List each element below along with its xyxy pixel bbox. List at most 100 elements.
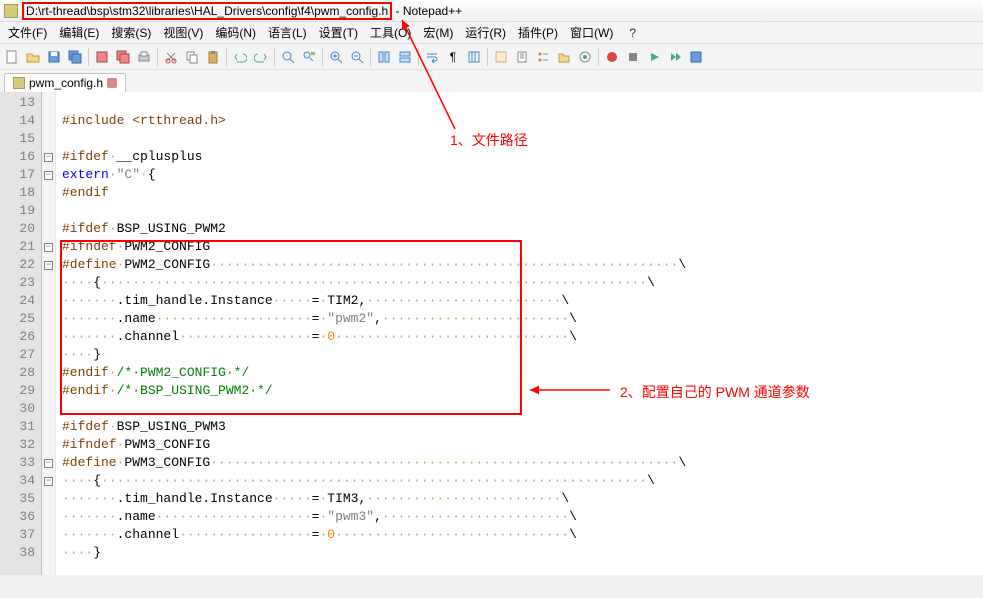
code-line[interactable]: #define·PWM3_CONFIG·····················…	[62, 454, 983, 472]
separator	[226, 48, 227, 66]
replace-icon[interactable]	[299, 47, 319, 67]
code-line[interactable]: ····}	[62, 346, 983, 364]
app-name: Notepad++	[403, 4, 462, 18]
code-line[interactable]: #ifdef·BSP_USING_PWM2	[62, 220, 983, 238]
doc-map-icon[interactable]	[512, 47, 532, 67]
code-line[interactable]	[62, 94, 983, 112]
code-line[interactable]	[62, 202, 983, 220]
fold-toggle-icon[interactable]: −	[44, 153, 53, 162]
save-all-icon[interactable]	[65, 47, 85, 67]
fold-toggle-icon[interactable]: −	[44, 261, 53, 270]
code-line[interactable]: #include <rtthread.h>	[62, 112, 983, 130]
code-line[interactable]: #define·PWM2_CONFIG·····················…	[62, 256, 983, 274]
line-number: 30	[0, 400, 35, 418]
code-line[interactable]: ·······.tim_handle.Instance·····=·TIM3,·…	[62, 490, 983, 508]
undo-icon[interactable]	[230, 47, 250, 67]
menu-run[interactable]: 运行(R)	[459, 22, 512, 43]
code-area[interactable]: #include <rtthread.h> #ifdef·__cplusplus…	[56, 92, 983, 575]
menu-plugins[interactable]: 插件(P)	[512, 22, 564, 43]
zoom-in-icon[interactable]	[326, 47, 346, 67]
fold-toggle-icon[interactable]: −	[44, 243, 53, 252]
code-line[interactable]: extern·"C"·{	[62, 166, 983, 184]
menu-window[interactable]: 窗口(W)	[564, 22, 619, 43]
menu-file[interactable]: 文件(F)	[2, 22, 53, 43]
line-number: 23	[0, 274, 35, 292]
separator	[598, 48, 599, 66]
play-icon[interactable]	[644, 47, 664, 67]
fold-toggle-icon[interactable]: −	[44, 171, 53, 180]
code-line[interactable]: ·······.name····················=·"pwm3"…	[62, 508, 983, 526]
copy-icon[interactable]	[182, 47, 202, 67]
menu-settings[interactable]: 设置(T)	[313, 22, 364, 43]
indent-guide-icon[interactable]	[464, 47, 484, 67]
line-number: 14	[0, 112, 35, 130]
code-line[interactable]: ····{···································…	[62, 274, 983, 292]
save-icon[interactable]	[44, 47, 64, 67]
code-line[interactable]: #endif·/*·BSP_USING_PWM2·*/	[62, 382, 983, 400]
tab-bar: pwm_config.h	[0, 70, 983, 92]
line-number: 19	[0, 202, 35, 220]
fold-toggle-icon[interactable]: −	[44, 459, 53, 468]
print-icon[interactable]	[134, 47, 154, 67]
menu-view[interactable]: 视图(V)	[157, 22, 209, 43]
code-line[interactable]: #ifdef·__cplusplus	[62, 148, 983, 166]
menu-macro[interactable]: 宏(M)	[417, 22, 459, 43]
open-icon[interactable]	[23, 47, 43, 67]
close-icon[interactable]	[107, 78, 117, 88]
play-multi-icon[interactable]	[665, 47, 685, 67]
code-line[interactable]: #endif·/*·PWM2_CONFIG·*/	[62, 364, 983, 382]
menu-tools[interactable]: 工具(O)	[364, 22, 417, 43]
find-icon[interactable]	[278, 47, 298, 67]
line-number: 34	[0, 472, 35, 490]
sync-v-icon[interactable]	[374, 47, 394, 67]
monitor-icon[interactable]	[575, 47, 595, 67]
show-all-chars-icon[interactable]: ¶	[443, 47, 463, 67]
record-icon[interactable]	[602, 47, 622, 67]
wrap-icon[interactable]	[422, 47, 442, 67]
code-line[interactable]: ····}	[62, 544, 983, 562]
paste-icon[interactable]	[203, 47, 223, 67]
menu-lang[interactable]: 语言(L)	[262, 22, 313, 43]
new-file-icon[interactable]	[2, 47, 22, 67]
annotation-label-2: 2、配置自己的 PWM 通道参数	[620, 382, 810, 402]
code-line[interactable]: ·······.tim_handle.Instance·····=·TIM2,·…	[62, 292, 983, 310]
tab-pwm-config[interactable]: pwm_config.h	[4, 73, 126, 92]
zoom-out-icon[interactable]	[347, 47, 367, 67]
save-macro-icon[interactable]	[686, 47, 706, 67]
sync-h-icon[interactable]	[395, 47, 415, 67]
code-line[interactable]: ····{···································…	[62, 472, 983, 490]
tab-label: pwm_config.h	[29, 76, 103, 90]
code-line[interactable]: #ifndef·PWM2_CONFIG	[62, 238, 983, 256]
menu-help[interactable]: ?	[623, 24, 642, 42]
code-line[interactable]: ·······.channel·················=·0·····…	[62, 328, 983, 346]
stop-icon[interactable]	[623, 47, 643, 67]
menu-edit[interactable]: 编辑(E)	[53, 22, 105, 43]
annotation-label-1: 1、文件路径	[450, 130, 528, 150]
line-number: 20	[0, 220, 35, 238]
func-list-icon[interactable]	[533, 47, 553, 67]
fold-toggle-icon[interactable]: −	[44, 477, 53, 486]
line-number: 28	[0, 364, 35, 382]
lang-icon[interactable]	[491, 47, 511, 67]
folder-icon[interactable]	[554, 47, 574, 67]
menu-search[interactable]: 搜索(S)	[105, 22, 157, 43]
cut-icon[interactable]	[161, 47, 181, 67]
redo-icon[interactable]	[251, 47, 271, 67]
code-line[interactable]: #ifndef·PWM3_CONFIG	[62, 436, 983, 454]
code-line[interactable]: #ifdef·BSP_USING_PWM3	[62, 418, 983, 436]
close-all-icon[interactable]	[113, 47, 133, 67]
separator	[274, 48, 275, 66]
menu-bar: 文件(F) 编辑(E) 搜索(S) 视图(V) 编码(N) 语言(L) 设置(T…	[0, 22, 983, 44]
line-number: 32	[0, 436, 35, 454]
code-line[interactable]	[62, 400, 983, 418]
separator	[322, 48, 323, 66]
close-icon[interactable]	[92, 47, 112, 67]
title-bar: D:\rt-thread\bsp\stm32\libraries\HAL_Dri…	[0, 0, 983, 22]
code-line[interactable]: #endif	[62, 184, 983, 202]
fold-column[interactable]: − − − − − −	[42, 92, 56, 575]
code-line[interactable]: ·······.channel·················=·0·····…	[62, 526, 983, 544]
code-line[interactable]: ·······.name····················=·"pwm2"…	[62, 310, 983, 328]
menu-encoding[interactable]: 编码(N)	[209, 22, 262, 43]
line-number: 21	[0, 238, 35, 256]
line-number: 24	[0, 292, 35, 310]
